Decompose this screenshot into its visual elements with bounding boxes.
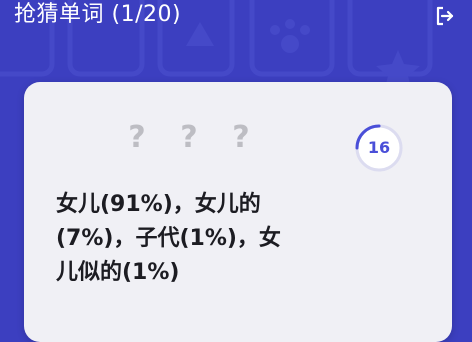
answer-line: 儿似的(1%) bbox=[56, 260, 180, 285]
masked-letter: ? bbox=[128, 120, 146, 155]
masked-word: ? ? ? bbox=[124, 118, 284, 158]
masked-letter: ? bbox=[232, 120, 250, 155]
question-card: ? ? ? 16 女儿(91%)，女儿的 (7%)，子代(1%)，女 儿似的(1… bbox=[24, 82, 452, 342]
timer-seconds: 16 bbox=[367, 138, 391, 157]
exit-icon bbox=[436, 6, 454, 26]
top-bar: 抢猜单词 (1/20) bbox=[0, 0, 472, 34]
answer-text: 女儿(91%)，女儿的 (7%)，子代(1%)，女 儿似的(1%) bbox=[56, 188, 356, 290]
answer-line: (7%)，子代(1%)，女 bbox=[56, 226, 281, 251]
countdown-timer: 16 bbox=[353, 122, 405, 174]
page-title: 抢猜单词 (1/20) bbox=[14, 2, 182, 27]
masked-letter: ? bbox=[180, 120, 198, 155]
answer-line: 女儿(91%)，女儿的 bbox=[56, 192, 261, 217]
exit-button[interactable] bbox=[432, 3, 458, 29]
